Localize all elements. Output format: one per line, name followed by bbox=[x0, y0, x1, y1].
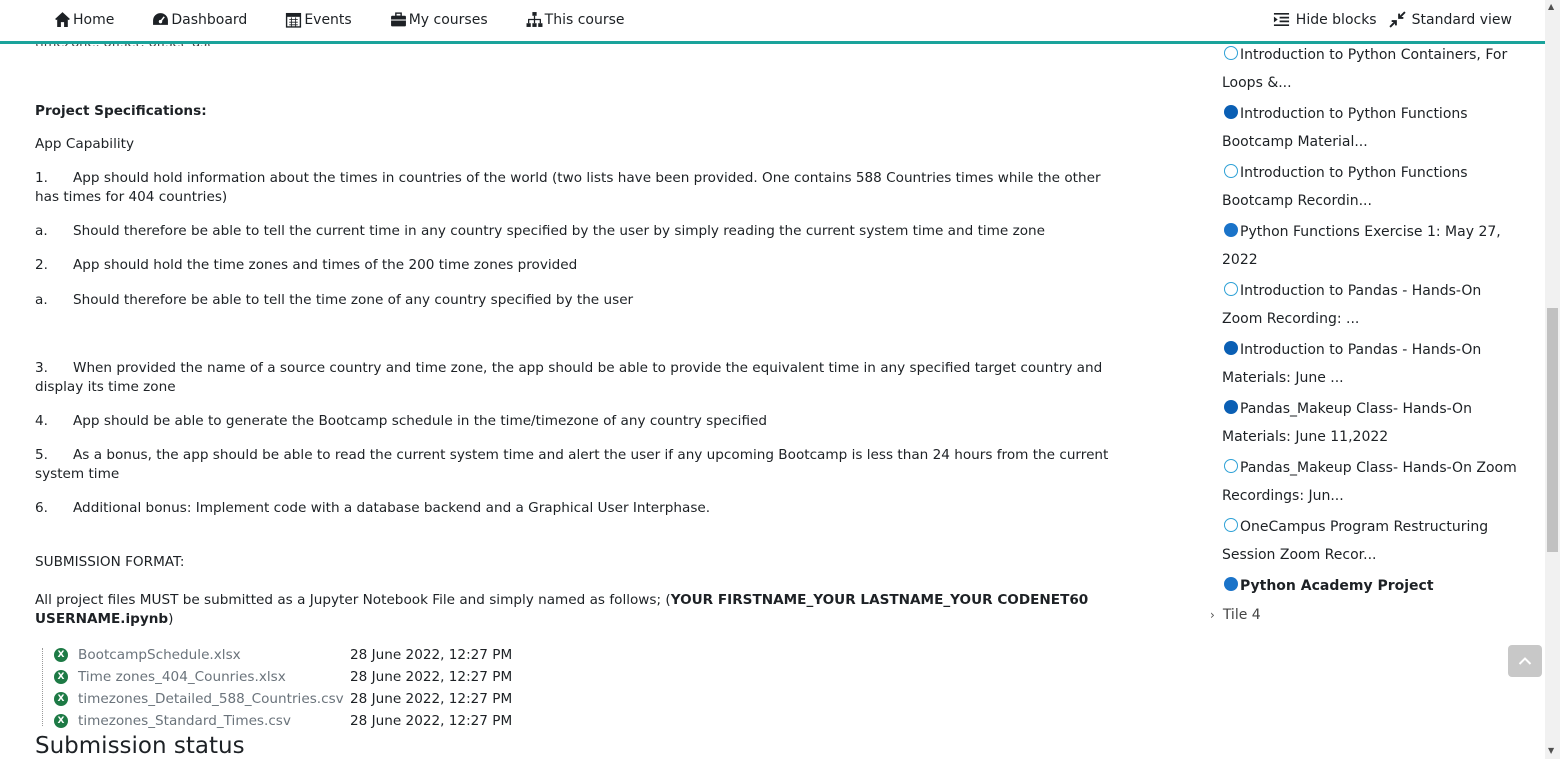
assignment-icon bbox=[1224, 223, 1238, 237]
url-icon bbox=[1224, 46, 1238, 60]
attachment-row: X timezones_Detailed_588_Countries.csv 2… bbox=[42, 688, 542, 710]
attachment-row: X BootcampSchedule.xlsx 28 June 2022, 12… bbox=[42, 644, 542, 666]
excel-file-icon: X bbox=[54, 670, 68, 684]
nav-left: Home Dashboard Events My courses This co… bbox=[54, 11, 663, 28]
chevron-up-icon bbox=[1518, 657, 1532, 665]
submission-text: All project files MUST be submitted as a… bbox=[35, 592, 1089, 627]
top-navbar: Home Dashboard Events My courses This co… bbox=[0, 0, 1545, 44]
tile-label: Tile 4 bbox=[1222, 607, 1261, 623]
attachment-date: 28 June 2022, 12:27 PM bbox=[350, 669, 513, 685]
outdent-icon bbox=[1273, 12, 1289, 27]
url-icon bbox=[1224, 164, 1238, 178]
activity-link[interactable]: Pandas_Makeup Class- Hands-On Materials: … bbox=[1222, 395, 1522, 451]
attachment-link[interactable]: BootcampSchedule.xlsx bbox=[78, 647, 350, 663]
nav-my-courses[interactable]: My courses bbox=[390, 11, 488, 28]
spec-item: 6. Additional bonus: Implement code with … bbox=[35, 500, 711, 516]
attachment-link[interactable]: timezones_Detailed_588_Countries.csv bbox=[78, 691, 350, 707]
activity-link[interactable]: Pandas_Makeup Class- Hands-On Zoom Record… bbox=[1222, 454, 1522, 510]
submission-status-heading: Submission status bbox=[35, 733, 245, 759]
chevron-right-icon: › bbox=[1210, 608, 1215, 622]
activity-link[interactable]: Introduction to Python Functions Bootcamp… bbox=[1222, 100, 1522, 156]
attachment-link[interactable]: Time zones_404_Counries.xlsx bbox=[78, 669, 350, 685]
scroll-down-arrow-icon[interactable]: ▼ bbox=[1548, 746, 1554, 755]
spec-item: 2. App should hold the time zones and tim… bbox=[35, 257, 578, 273]
attachment-row: X timezones_Standard_Times.csv 28 June 2… bbox=[42, 710, 542, 732]
activity-link[interactable]: Introduction to Pandas - Hands-On Zoom Re… bbox=[1222, 277, 1522, 333]
nav-home[interactable]: Home bbox=[54, 11, 114, 28]
standard-view-button[interactable]: Standard view bbox=[1388, 11, 1512, 28]
attachment-list: X BootcampSchedule.xlsx 28 June 2022, 12… bbox=[42, 644, 542, 732]
assignment-icon bbox=[1224, 577, 1238, 591]
url-icon bbox=[1224, 518, 1238, 532]
standard-view-label: Standard view bbox=[1411, 11, 1512, 28]
activity-link[interactable]: OneCampus Program Restructuring Session Z… bbox=[1222, 513, 1522, 569]
url-icon bbox=[1224, 282, 1238, 296]
excel-file-icon: X bbox=[54, 648, 68, 662]
attachment-row: X Time zones_404_Counries.xlsx 28 June 2… bbox=[42, 666, 542, 688]
nav-home-label: Home bbox=[73, 11, 115, 28]
nav-this-course-label: This course bbox=[544, 11, 625, 28]
nav-events-label: Events bbox=[304, 11, 352, 28]
scrollbar-thumb[interactable] bbox=[1547, 308, 1558, 552]
calendar-icon bbox=[286, 12, 302, 28]
nav-dashboard-label: Dashboard bbox=[171, 11, 248, 28]
nav-right: Hide blocks Standard view bbox=[1261, 11, 1512, 28]
spec-item: 4. App should be able to generate the Boo… bbox=[35, 413, 768, 429]
hide-blocks-label: Hide blocks bbox=[1295, 11, 1377, 28]
spec-item: a. Should therefore be able to tell the c… bbox=[35, 223, 1046, 239]
attachment-link[interactable]: timezones_Standard_Times.csv bbox=[78, 713, 350, 729]
spec-item: 3. When provided the name of a source cou… bbox=[35, 360, 1103, 395]
attachment-date: 28 June 2022, 12:27 PM bbox=[350, 713, 513, 729]
nav-dashboard[interactable]: Dashboard bbox=[152, 11, 247, 28]
spec-heading: Project Specifications: bbox=[35, 103, 207, 119]
submission-heading: SUBMISSION FORMAT: bbox=[35, 554, 185, 570]
app-capability: App Capability bbox=[35, 136, 134, 152]
excel-file-icon: X bbox=[54, 714, 68, 728]
home-icon bbox=[55, 12, 70, 27]
activity-link-current[interactable]: Python Academy Project bbox=[1222, 572, 1522, 600]
compress-icon bbox=[1388, 11, 1406, 28]
spec-item: 5. As a bonus, the app should be able to … bbox=[35, 447, 1109, 482]
hide-blocks-button[interactable]: Hide blocks bbox=[1273, 11, 1377, 28]
excel-file-icon: X bbox=[54, 692, 68, 706]
briefcase-icon bbox=[390, 12, 406, 27]
folder-icon bbox=[1224, 341, 1238, 355]
sitemap-icon bbox=[526, 12, 543, 27]
activity-link[interactable]: Introduction to Pandas - Hands-On Materia… bbox=[1222, 336, 1522, 392]
dashboard-icon bbox=[153, 13, 169, 25]
activity-link[interactable]: Python Functions Exercise 1: May 27, 2022 bbox=[1222, 218, 1522, 274]
spec-item: 1. App should hold information about the … bbox=[35, 170, 1101, 205]
activity-link[interactable]: Introduction to Python Containers, For Lo… bbox=[1222, 41, 1522, 97]
activity-link[interactable]: Introduction to Python Functions Bootcamp… bbox=[1222, 159, 1522, 215]
url-icon bbox=[1224, 459, 1238, 473]
attachment-date: 28 June 2022, 12:27 PM bbox=[350, 647, 513, 663]
back-to-top-button[interactable] bbox=[1508, 645, 1542, 677]
page-scrollbar[interactable]: ▲ ▼ bbox=[1545, 0, 1560, 759]
nav-my-courses-label: My courses bbox=[408, 11, 488, 28]
nav-events[interactable]: Events bbox=[285, 11, 352, 28]
folder-icon bbox=[1224, 105, 1238, 119]
spec-item: a. Should therefore be able to tell the t… bbox=[35, 292, 634, 308]
nav-this-course[interactable]: This course bbox=[526, 11, 625, 28]
folder-icon bbox=[1224, 400, 1238, 414]
tile-section[interactable]: › Tile 4 bbox=[1210, 607, 1261, 623]
scroll-up-arrow-icon[interactable]: ▲ bbox=[1548, 2, 1554, 11]
attachment-date: 28 June 2022, 12:27 PM bbox=[350, 691, 513, 707]
